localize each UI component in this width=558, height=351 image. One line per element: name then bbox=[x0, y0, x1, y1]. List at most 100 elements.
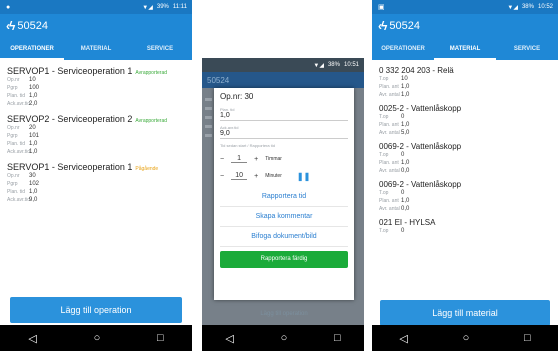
operation-item[interactable]: SERVOP2 - Serviceoperation 2 Avrapportera… bbox=[7, 114, 186, 156]
detail-value: 1,0 bbox=[401, 198, 410, 204]
operation-item[interactable]: SERVOP1 - Serviceoperation 1 Pågående Op.n… bbox=[7, 162, 186, 204]
tab-service[interactable]: SERVICE bbox=[496, 38, 558, 60]
order-number: 50524 bbox=[389, 20, 420, 32]
detail-row: Plan. ant 1,0 bbox=[379, 159, 552, 167]
detail-row: Plan. tid 1,0 bbox=[7, 140, 186, 148]
minutes-plus-button[interactable]: + bbox=[254, 173, 258, 180]
operation-item[interactable]: SERVOP1 - Serviceoperation 1 Avrapportera… bbox=[7, 66, 186, 108]
detail-value: 1,0 bbox=[401, 84, 410, 90]
report-done-button[interactable]: Rapportera färdig bbox=[220, 251, 348, 268]
detail-row: Pgrp 100 bbox=[7, 84, 186, 92]
tab-service[interactable]: SERVICE bbox=[128, 38, 192, 60]
tab-material[interactable]: MATERIAL bbox=[64, 38, 128, 60]
detail-label: Plan. tid bbox=[7, 93, 26, 99]
minutes-minus-button[interactable]: − bbox=[220, 173, 224, 180]
back-icon[interactable]: ◁ bbox=[28, 332, 36, 345]
material-item[interactable]: 0069-2 - Vattenlåskopp T.op 0 Plan. ant 1,0 A… bbox=[379, 180, 552, 213]
home-icon[interactable]: ○ bbox=[463, 332, 470, 344]
attach-document-button[interactable]: Bifoga dokument/bild bbox=[220, 227, 348, 247]
status-bar: ▣ ▼◢ 38% 10:52 bbox=[372, 0, 558, 14]
status-badge: Pågående bbox=[135, 166, 159, 172]
back-icon[interactable]: ◁ bbox=[225, 332, 233, 345]
detail-value: 0 bbox=[401, 228, 405, 234]
hours-plus-button[interactable]: + bbox=[254, 156, 258, 163]
add-operation-button[interactable]: Lägg till operation bbox=[10, 297, 182, 323]
hours-unit: Timmar bbox=[265, 156, 282, 162]
detail-value: 0,0 bbox=[401, 168, 410, 174]
detail-value: 0 bbox=[401, 114, 405, 120]
since-start-label: Tid sedan start / Rapportera tid bbox=[220, 143, 275, 148]
notification-icon: ▣ bbox=[378, 4, 385, 11]
detail-row: T.op 0 bbox=[379, 189, 552, 197]
add-material-button[interactable]: Lägg till material bbox=[380, 300, 550, 326]
battery-level: 39% bbox=[156, 4, 169, 10]
signal-icon: ▼◢ bbox=[142, 4, 153, 11]
detail-row: Plan. ant 1,0 bbox=[379, 121, 552, 129]
tab-operationer[interactable]: OPERATIONER bbox=[372, 38, 434, 60]
detail-label: Ack.avr.tid bbox=[7, 197, 31, 203]
detail-value: 0 bbox=[401, 152, 405, 158]
material-item[interactable]: 0 332 204 203 - Relä T.op 10 Plan. ant 1,0 Av… bbox=[379, 66, 552, 99]
hours-input[interactable]: 1 bbox=[231, 155, 248, 163]
home-icon[interactable]: ○ bbox=[94, 332, 101, 344]
battery-level: 38% bbox=[521, 4, 534, 10]
detail-row: T.op 0 bbox=[379, 227, 552, 235]
phone-operations: ● ▼◢ 39% 11:11 ‹ϟ 50524 OPERATIONER MATE… bbox=[0, 0, 192, 351]
ack-time-value: 9,0 bbox=[220, 130, 348, 139]
pause-icon[interactable]: ❚❚ bbox=[297, 172, 310, 181]
order-number: 50524 bbox=[17, 20, 48, 32]
detail-row: Ack.avr.tid 1,0 bbox=[7, 148, 186, 156]
material-item-title: 0069-2 - Vattenlåskopp bbox=[379, 180, 462, 189]
detail-row: T.op 10 bbox=[379, 75, 552, 83]
detail-value: 0 bbox=[401, 190, 405, 196]
status-badge: Avrapporterad bbox=[135, 118, 168, 124]
material-item[interactable]: 0069-2 - Vattenlåskopp T.op 0 Plan. ant 1,0 A… bbox=[379, 142, 552, 175]
back-icon[interactable]: ◁ bbox=[399, 332, 407, 345]
detail-value: 1,0 bbox=[401, 122, 410, 128]
battery-level: 38% bbox=[327, 62, 340, 68]
tab-operationer[interactable]: OPERATIONER bbox=[0, 38, 64, 60]
detail-row: T.op 0 bbox=[379, 113, 552, 121]
detail-row: Plan. ant 1,0 bbox=[379, 83, 552, 91]
material-item[interactable]: 021 EI - HYLSA T.op 0 bbox=[379, 218, 552, 235]
hours-minus-button[interactable]: − bbox=[220, 156, 224, 163]
dialog-title: Op.nr: 30 bbox=[220, 92, 254, 101]
tab-material[interactable]: MATERIAL bbox=[434, 38, 496, 60]
detail-row: Ack.avr.tid 9,0 bbox=[7, 196, 186, 204]
detail-label: Op.nr bbox=[7, 77, 20, 83]
material-item[interactable]: 0025-2 - Vattenlåskopp T.op 0 Plan. ant 1,0 A… bbox=[379, 104, 552, 137]
detail-label: T.op bbox=[379, 228, 389, 234]
plan-time-value: 1,0 bbox=[220, 112, 348, 121]
detail-value: 0,0 bbox=[401, 206, 410, 212]
home-icon[interactable]: ○ bbox=[281, 332, 288, 344]
detail-value: 30 bbox=[29, 173, 36, 179]
material-item-title: 0 332 204 203 - Relä bbox=[379, 66, 454, 75]
clock: 10:52 bbox=[537, 4, 553, 10]
order-number: 50524 bbox=[207, 75, 230, 85]
detail-value: 100 bbox=[29, 85, 40, 91]
detail-label: Pgrp bbox=[7, 85, 18, 91]
minutes-stepper: − 10 + Minuter ❚❚ bbox=[220, 170, 348, 182]
detail-label: Avr. antal bbox=[379, 206, 400, 212]
minutes-input[interactable]: 10 bbox=[231, 172, 248, 180]
detail-label: T.op bbox=[379, 152, 389, 158]
detail-row: Plan. tid 1,0 bbox=[7, 188, 186, 196]
nav-bar: ◁ ○ □ bbox=[372, 325, 558, 351]
back-logo-icon[interactable]: ‹ϟ bbox=[6, 19, 15, 33]
create-comment-button[interactable]: Skapa kommentar bbox=[220, 207, 348, 227]
detail-label: Plan. ant bbox=[379, 198, 399, 204]
detail-row: Op.nr 20 bbox=[7, 124, 186, 132]
detail-row: T.op 0 bbox=[379, 151, 552, 159]
detail-value: 10 bbox=[401, 76, 408, 82]
recents-icon[interactable]: □ bbox=[157, 332, 164, 344]
back-logo-icon[interactable]: ‹ϟ bbox=[378, 19, 387, 33]
detail-value: 10 bbox=[29, 77, 36, 83]
recents-icon[interactable]: □ bbox=[334, 332, 341, 344]
detail-label: T.op bbox=[379, 114, 389, 120]
operation-item-title: SERVOP1 - Serviceoperation 1 bbox=[7, 162, 133, 172]
recents-icon[interactable]: □ bbox=[524, 332, 531, 344]
nav-bar: ◁ ○ □ bbox=[202, 325, 364, 351]
detail-value: 1,0 bbox=[29, 189, 38, 195]
phone-report-dialog: ▼◢ 38% 10:51 50524 Op.nr: 30 Plan. tid 1… bbox=[202, 58, 364, 351]
report-time-button[interactable]: Rapportera tid bbox=[220, 187, 348, 207]
